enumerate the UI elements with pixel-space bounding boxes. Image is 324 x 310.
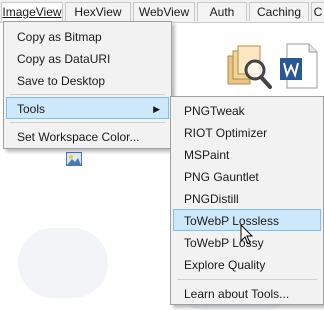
magnifier-on-images-icon xyxy=(224,42,274,92)
tab-imageview[interactable]: ImageView xyxy=(1,2,63,22)
tab-overflow[interactable]: C xyxy=(311,2,324,21)
submenu-item-learn-about-tools[interactable]: Learn about Tools... xyxy=(173,282,321,304)
mouse-cursor-icon xyxy=(240,223,254,246)
submenu-item-mspaint[interactable]: MSPaint xyxy=(173,143,321,165)
tab-caching[interactable]: Caching xyxy=(249,2,309,21)
menu-separator xyxy=(177,279,317,280)
tab-auth[interactable]: Auth xyxy=(197,2,247,21)
menu-separator xyxy=(10,94,165,95)
submenu-item-riot-optimizer[interactable]: RIOT Optimizer xyxy=(173,121,321,143)
submenu-item-explore-quality[interactable]: Explore Quality xyxy=(173,253,321,275)
tab-strip: ImageView HexView WebView Auth Caching C xyxy=(0,0,324,23)
menu-item-save-to-desktop[interactable]: Save to Desktop xyxy=(6,69,169,91)
context-menu: Copy as Bitmap Copy as DataURI Save to D… xyxy=(3,21,172,149)
tools-submenu: PNGTweak RIOT Optimizer MSPaint PNG Gaun… xyxy=(170,96,324,305)
tab-hexview[interactable]: HexView xyxy=(65,2,131,21)
menu-separator xyxy=(10,122,165,123)
submenu-item-pngdistill[interactable]: PNGDistill xyxy=(173,187,321,209)
submenu-item-png-gauntlet[interactable]: PNG Gauntlet xyxy=(173,165,321,187)
menu-item-copy-as-datauri[interactable]: Copy as DataURI xyxy=(6,47,169,69)
tab-webview[interactable]: WebView xyxy=(133,2,195,21)
menu-item-copy-as-bitmap[interactable]: Copy as Bitmap xyxy=(6,25,169,47)
background-cloud xyxy=(18,228,108,298)
menu-item-tools[interactable]: Tools ▶ xyxy=(6,97,169,119)
word-document-icon xyxy=(279,42,319,92)
menu-item-set-workspace-color[interactable]: Set Workspace Color... xyxy=(6,125,169,147)
submenu-arrow-icon: ▶ xyxy=(153,104,160,114)
image-thumbnail-icon xyxy=(66,152,82,166)
submenu-item-pngtweak[interactable]: PNGTweak xyxy=(173,99,321,121)
